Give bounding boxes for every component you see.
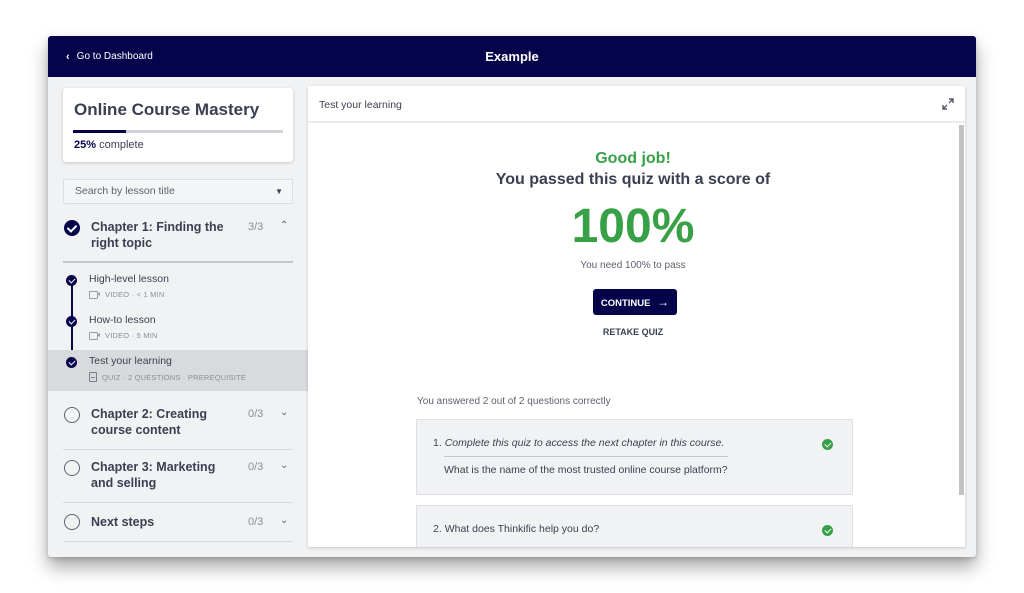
lesson-meta: QUIZ · 2 QUESTIONS · PREREQUISITE	[89, 372, 246, 382]
progress-value: 25%	[74, 139, 97, 151]
chapter-complete-icon	[64, 220, 80, 236]
chapter-title: Chapter 3: Marketing and selling	[91, 460, 216, 490]
chapter-count: 0/3	[248, 516, 264, 528]
continue-label: CONTINUE	[600, 298, 651, 309]
content-header: Test your learning	[308, 86, 965, 123]
course-progress-bar	[73, 130, 283, 133]
chapter-incomplete-icon	[64, 460, 80, 476]
result-headline: Good job!	[595, 150, 671, 167]
progress-suffix: complete	[99, 139, 144, 151]
lesson-meta-text: VIDEO · 5 MIN	[105, 331, 158, 340]
scrollbar-thumb[interactable]	[959, 125, 964, 495]
expand-icon[interactable]	[942, 98, 954, 110]
lesson-title: Test your learning	[89, 355, 172, 367]
chapter-title: Next steps	[91, 515, 155, 529]
lesson-content-panel: Test your learning Good job! You passed …	[308, 86, 965, 547]
chapter-3[interactable]: Chapter 3: Marketing and selling 0/3 ⌄	[63, 452, 293, 503]
chapter-title: Chapter 2: Creating course content	[91, 407, 207, 437]
chapter-1[interactable]: Chapter 1: Finding the right topic 3/3 ⌃	[63, 212, 293, 263]
question-card: 1. Complete this quiz to access the next…	[416, 419, 853, 495]
lesson-meta-text: VIDEO · < 1 MIN	[105, 290, 165, 299]
chapter-2[interactable]: Chapter 2: Creating course content 0/3 ⌄	[63, 399, 293, 450]
course-progress-card: Online Course Mastery 25% complete	[63, 88, 293, 162]
question-number: 2.	[433, 523, 442, 535]
lesson-meta: VIDEO · 5 MIN	[89, 331, 158, 340]
quiz-score: 100%	[571, 200, 695, 253]
chapter-incomplete-icon	[64, 407, 80, 423]
lesson-complete-icon	[66, 357, 77, 368]
video-icon	[89, 332, 100, 340]
chapter-count: 0/3	[248, 408, 264, 420]
lesson-item[interactable]: High-level lesson VIDEO · < 1 MIN	[48, 268, 308, 309]
content-title: Test your learning	[319, 99, 402, 111]
go-to-dashboard-link[interactable]: ‹ Go to Dashboard	[66, 36, 153, 77]
correct-check-icon	[822, 525, 833, 536]
lesson-search-select[interactable]: Search by lesson title ▼	[63, 179, 293, 204]
chevron-left-icon: ‹	[66, 50, 70, 63]
lesson-title: How-to lesson	[89, 314, 156, 326]
app-title: Example	[485, 49, 539, 64]
correct-check-icon	[822, 439, 833, 450]
lesson-meta: VIDEO · < 1 MIN	[89, 290, 164, 299]
search-placeholder: Search by lesson title	[75, 185, 175, 197]
caret-down-icon: ▼	[275, 187, 283, 196]
chevron-down-icon[interactable]: ⌄	[280, 515, 288, 526]
app-window: ‹ Go to Dashboard Example Online Course …	[48, 36, 976, 557]
quiz-icon	[89, 372, 97, 382]
chapter-next-steps[interactable]: Next steps 0/3 ⌄	[63, 505, 293, 542]
video-icon	[89, 291, 100, 299]
continue-button[interactable]: CONTINUE →	[593, 289, 677, 315]
question-prompt: What does Thinkific help you do?	[444, 523, 600, 535]
back-label: Go to Dashboard	[76, 51, 153, 62]
question-number: 1.	[433, 437, 442, 449]
answer-summary: You answered 2 out of 2 questions correc…	[417, 396, 611, 407]
question-divider	[444, 456, 728, 457]
chevron-down-icon[interactable]: ⌄	[280, 407, 288, 418]
lesson-complete-icon	[66, 275, 77, 286]
lesson-meta-text: QUIZ · 2 QUESTIONS · PREREQUISITE	[102, 372, 247, 382]
chevron-down-icon[interactable]: ⌄	[280, 460, 288, 471]
lesson-item-active[interactable]: Test your learning QUIZ · 2 QUESTIONS · …	[48, 350, 308, 391]
top-bar: ‹ Go to Dashboard Example	[48, 36, 976, 77]
question-text: 2. What does Thinkific help you do?	[433, 523, 599, 535]
question-subtext: What is the name of the most trusted onl…	[444, 464, 728, 476]
lesson-title: High-level lesson	[89, 273, 169, 285]
chapter-count: 3/3	[248, 221, 264, 233]
course-sidebar: Online Course Mastery 25% complete Searc…	[48, 77, 308, 557]
progress-text: 25% complete	[74, 139, 144, 151]
course-title: Online Course Mastery	[74, 100, 260, 119]
chevron-up-icon[interactable]: ⌃	[280, 220, 288, 231]
question-text: 1. Complete this quiz to access the next…	[433, 437, 724, 449]
pass-requirement: You need 100% to pass	[580, 260, 686, 271]
question-card: 2. What does Thinkific help you do?	[416, 505, 853, 547]
chapter-title: Chapter 1: Finding the right topic	[91, 220, 224, 250]
result-message: You passed this quiz with a score of	[495, 171, 771, 188]
retake-quiz-button[interactable]: RETAKE QUIZ	[308, 327, 958, 337]
course-progress-fill	[73, 130, 126, 133]
chapter-count: 0/3	[248, 461, 264, 473]
lesson-item[interactable]: How-to lesson VIDEO · 5 MIN	[48, 309, 308, 350]
lesson-complete-icon	[66, 316, 77, 327]
arrow-right-icon: →	[657, 295, 670, 309]
question-prompt: Complete this quiz to access the next ch…	[444, 437, 725, 449]
chapter-incomplete-icon	[64, 514, 80, 530]
